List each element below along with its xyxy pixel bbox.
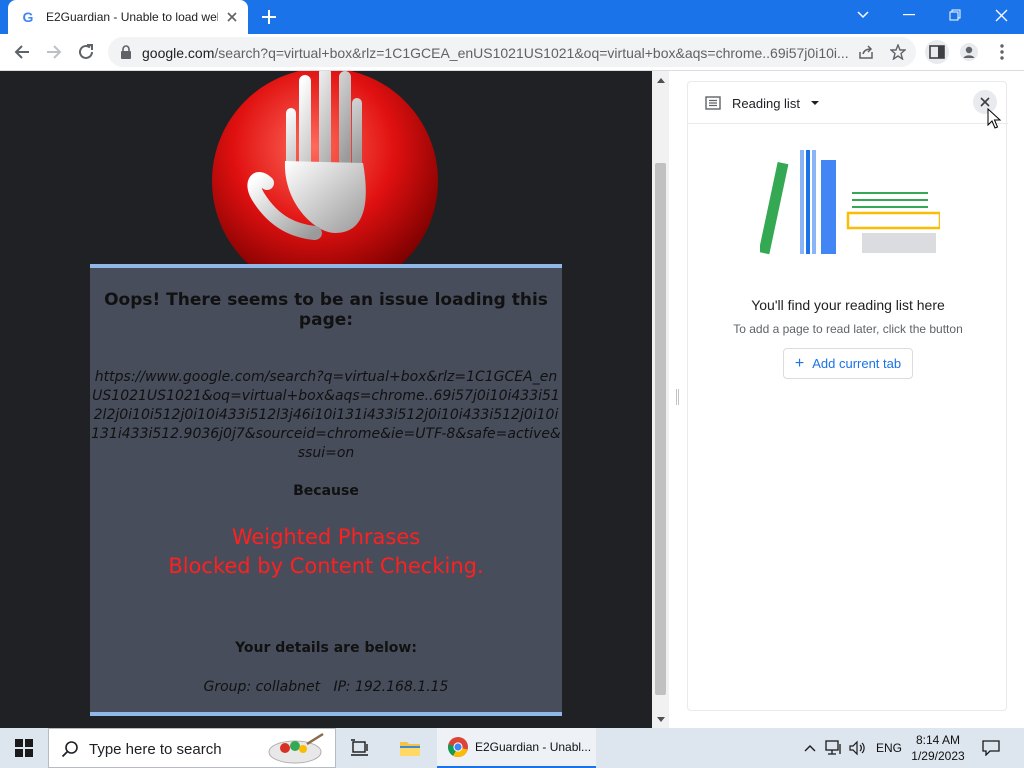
clock[interactable]: 8:14 AM 1/29/2023 bbox=[905, 732, 971, 764]
address-bar[interactable]: google.com/search?q=virtual+box&rlz=1C1G… bbox=[108, 37, 916, 67]
search-highlight-icon bbox=[268, 732, 324, 764]
empty-state-subtitle: To add a page to read later, click the b… bbox=[733, 322, 963, 336]
close-button[interactable] bbox=[978, 0, 1024, 30]
error-heading: Oops! There seems to be an issue loading… bbox=[104, 290, 548, 330]
scroll-down-button[interactable] bbox=[652, 711, 669, 728]
network-icon bbox=[825, 740, 841, 755]
add-current-tab-label: Add current tab bbox=[812, 356, 902, 371]
side-panel: Reading list You'll find your reading li… bbox=[681, 71, 1024, 728]
because-label: Because bbox=[293, 483, 359, 499]
reload-button[interactable] bbox=[74, 40, 98, 64]
close-icon bbox=[980, 97, 990, 107]
tab-search-icon bbox=[857, 11, 869, 19]
network-tray-button[interactable] bbox=[824, 738, 844, 758]
share-icon bbox=[859, 45, 873, 59]
minimize-button[interactable] bbox=[886, 0, 932, 30]
tab-close-icon[interactable] bbox=[224, 9, 240, 25]
browser-tab[interactable]: G E2Guardian - Unable to load web page bbox=[8, 0, 248, 34]
taskbar-chrome-window[interactable]: E2Guardian - Unabl... bbox=[437, 728, 596, 768]
chrome-menu-button[interactable] bbox=[990, 40, 1014, 64]
dropdown-arrow-icon[interactable] bbox=[810, 98, 820, 108]
side-panel-header: Reading list bbox=[688, 82, 1008, 124]
page-content: Oops! There seems to be an issue loading… bbox=[0, 71, 652, 728]
back-button[interactable] bbox=[10, 40, 34, 64]
windows-taskbar: Type here to search E2Guardian - Unabl..… bbox=[0, 728, 1024, 768]
side-panel-button[interactable] bbox=[925, 40, 949, 64]
profile-button[interactable] bbox=[957, 40, 981, 64]
details-label: Your details are below: bbox=[235, 640, 417, 656]
error-box: Oops! There seems to be an issue loading… bbox=[90, 264, 562, 716]
tab-bar: G E2Guardian - Unable to load web page bbox=[0, 0, 1024, 34]
side-panel-icon bbox=[929, 45, 945, 59]
reading-list-illustration bbox=[760, 150, 940, 255]
volume-icon bbox=[849, 740, 865, 756]
lock-icon[interactable] bbox=[120, 45, 132, 59]
block-reason: Weighted Phrases Blocked by Content Chec… bbox=[90, 523, 562, 581]
url-text[interactable]: google.com/search?q=virtual+box&rlz=1C1G… bbox=[142, 45, 854, 61]
scroll-up-icon bbox=[656, 77, 665, 83]
close-icon bbox=[995, 9, 1007, 21]
folder-icon bbox=[400, 742, 420, 756]
profile-icon bbox=[960, 43, 978, 61]
clock-date: 1/29/2023 bbox=[911, 749, 965, 763]
notifications-button[interactable] bbox=[978, 736, 1004, 760]
tab-search-button[interactable] bbox=[840, 0, 886, 30]
page-scrollbar[interactable] bbox=[652, 71, 669, 728]
taskbar-search-box[interactable]: Type here to search bbox=[48, 728, 336, 768]
forward-icon bbox=[47, 45, 62, 59]
google-favicon-icon: G bbox=[22, 9, 34, 25]
reading-list-icon bbox=[705, 96, 721, 110]
menu-icon bbox=[1000, 44, 1004, 60]
group-ip-info: Group: collabnet IP: 192.168.1.15 bbox=[203, 679, 449, 695]
search-icon bbox=[61, 741, 78, 758]
scroll-down-icon bbox=[656, 716, 665, 722]
scroll-up-button[interactable] bbox=[652, 71, 669, 88]
side-panel-resize-handle[interactable] bbox=[669, 71, 681, 728]
taskbar-chrome-label: E2Guardian - Unabl... bbox=[475, 740, 592, 754]
windows-logo-icon bbox=[15, 739, 33, 757]
minimize-icon bbox=[903, 14, 915, 16]
language-indicator[interactable]: ENG bbox=[876, 741, 902, 755]
task-view-icon bbox=[351, 739, 368, 756]
star-icon bbox=[890, 44, 906, 60]
side-panel-title[interactable]: Reading list bbox=[732, 96, 800, 111]
task-view-button[interactable] bbox=[336, 728, 384, 768]
browser-toolbar: google.com/search?q=virtual+box&rlz=1C1G… bbox=[0, 34, 1024, 71]
chevron-up-icon bbox=[804, 745, 816, 752]
start-button[interactable] bbox=[0, 728, 48, 768]
scroll-thumb[interactable] bbox=[655, 163, 666, 695]
add-current-tab-button[interactable]: + Add current tab bbox=[783, 348, 913, 379]
restore-icon bbox=[949, 9, 961, 21]
notification-icon bbox=[982, 740, 1000, 756]
resize-grip-icon bbox=[676, 389, 679, 405]
plus-icon: + bbox=[794, 354, 805, 372]
clock-time: 8:14 AM bbox=[915, 733, 961, 747]
reload-icon bbox=[79, 44, 93, 59]
new-tab-icon[interactable] bbox=[258, 8, 280, 26]
block-reason-line1: Weighted Phrases bbox=[231, 525, 421, 549]
blocked-url: https://www.google.com/search?q=virtual+… bbox=[91, 369, 561, 461]
file-explorer-button[interactable] bbox=[386, 728, 434, 768]
share-button[interactable] bbox=[856, 42, 876, 62]
bookmark-button[interactable] bbox=[888, 42, 908, 62]
empty-state-title: You'll find your reading list here bbox=[751, 297, 945, 313]
tab-title: E2Guardian - Unable to load web page bbox=[46, 10, 218, 24]
search-placeholder: Type here to search bbox=[89, 741, 222, 758]
restore-button[interactable] bbox=[932, 0, 978, 30]
mouse-cursor-icon bbox=[987, 108, 1001, 129]
back-icon bbox=[14, 45, 29, 59]
forward-button[interactable] bbox=[42, 40, 66, 64]
reading-list-card: Reading list You'll find your reading li… bbox=[687, 81, 1008, 711]
chrome-icon bbox=[448, 737, 468, 758]
block-reason-line2: Blocked by Content Checking. bbox=[168, 554, 484, 578]
volume-tray-button[interactable] bbox=[848, 738, 868, 758]
show-hidden-icons-button[interactable] bbox=[800, 738, 820, 758]
